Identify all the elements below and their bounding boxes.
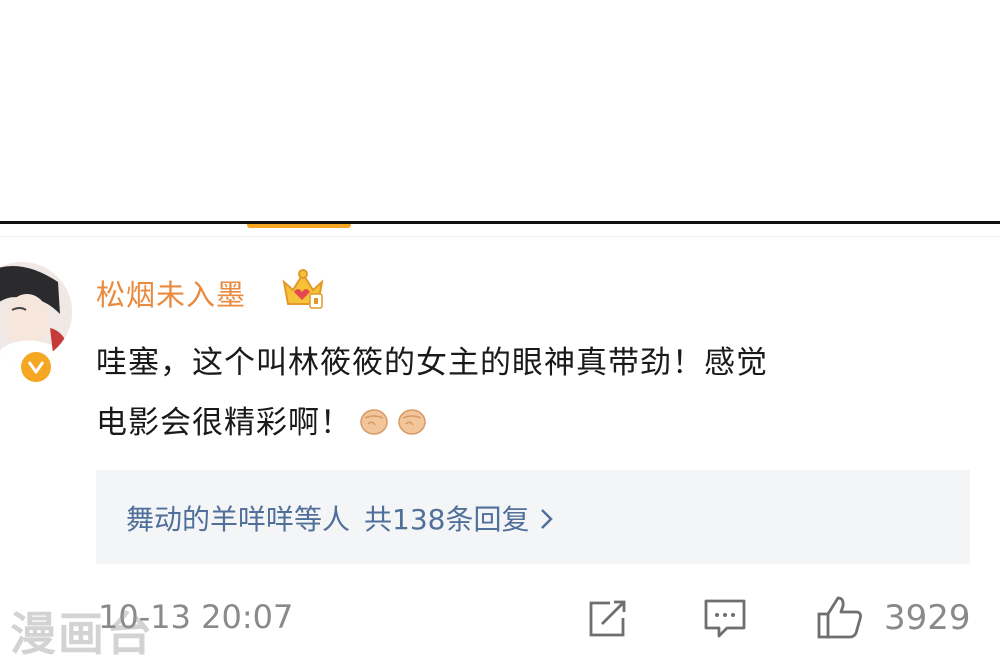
fist-emoji-icon (358, 397, 390, 435)
replies-link[interactable]: 舞动的羊咩咩等人 共138条回复 (126, 498, 555, 538)
avatar[interactable] (0, 262, 72, 362)
panel-divider (0, 221, 1000, 224)
like-count: 3929 (884, 598, 971, 638)
watermark: 漫画台 (10, 607, 154, 661)
comment-text: 哇塞，这个叫林筱筱的女主的眼神真带劲！感觉 电影会很精彩啊！ (96, 333, 936, 453)
comment-line-1: 哇塞，这个叫林筱筱的女主的眼神真带劲！感觉 (96, 345, 768, 381)
replies-users: 舞动的羊咩咩等人 (126, 503, 351, 536)
share-icon[interactable] (588, 600, 628, 638)
active-tab-indicator (247, 224, 351, 228)
fist-emoji-icon (396, 397, 428, 435)
comment-icon[interactable] (703, 598, 747, 640)
verified-icon (18, 349, 54, 385)
replies-count: 共138条回复 (364, 503, 530, 536)
crown-icon (280, 268, 326, 312)
content-area-top (0, 0, 1000, 222)
like-icon[interactable] (816, 594, 864, 640)
separator (0, 236, 1000, 237)
comment-line-2: 电影会很精彩啊！ (96, 393, 936, 453)
username[interactable]: 松烟未入墨 (96, 272, 246, 314)
comment-line-2-text: 电影会很精彩啊！ (96, 405, 352, 441)
replies-box[interactable]: 舞动的羊咩咩等人 共138条回复 (96, 470, 970, 564)
chevron-right-icon (539, 505, 555, 529)
